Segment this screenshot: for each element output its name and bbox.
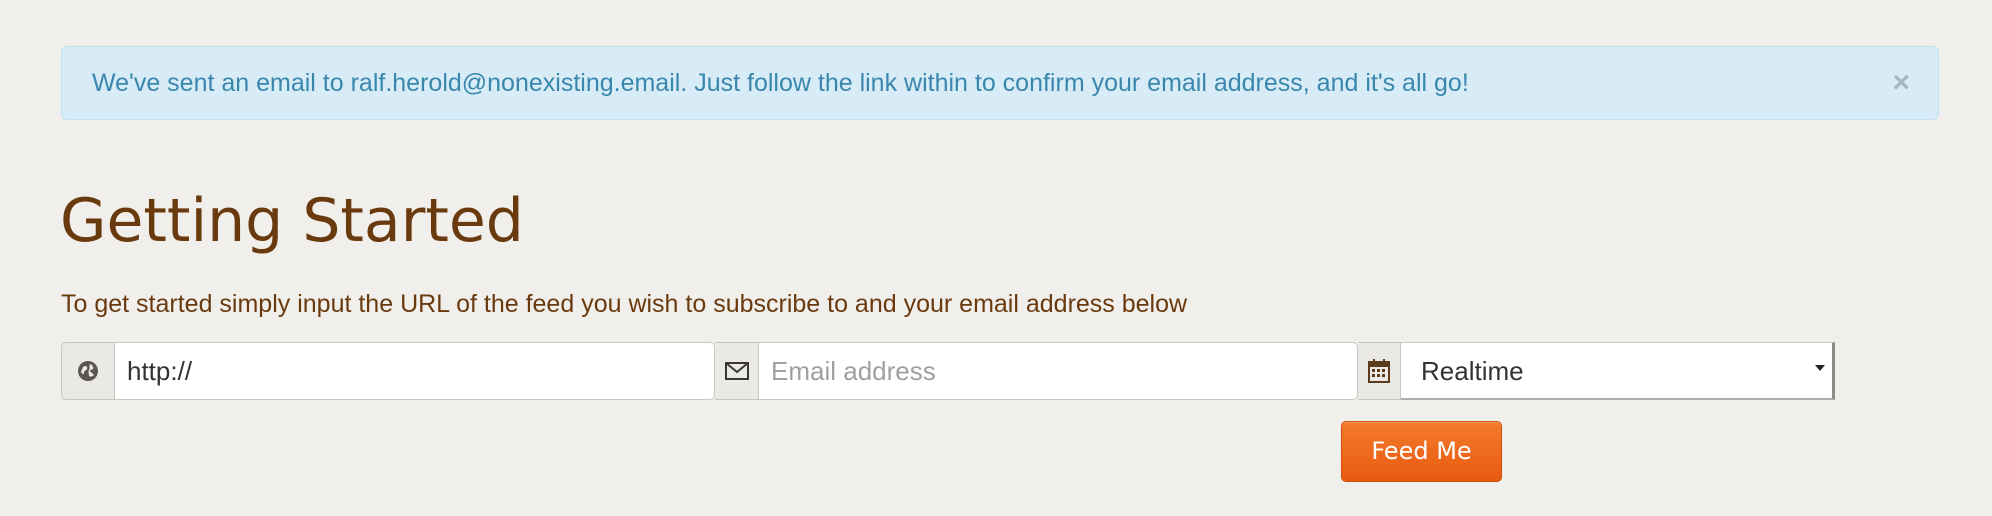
frequency-selected-value: Realtime <box>1421 356 1524 386</box>
feed-me-button[interactable]: Feed Me <box>1341 421 1502 482</box>
page-title: Getting Started <box>60 186 524 256</box>
globe-icon <box>61 342 115 400</box>
intro-text: To get started simply input the URL of t… <box>61 290 1188 318</box>
chevron-down-icon <box>1815 365 1825 371</box>
confirmation-alert: We've sent an email to ralf.herold@nonex… <box>61 46 1939 120</box>
envelope-icon <box>715 342 759 400</box>
frequency-select[interactable]: Realtime <box>1401 342 1835 400</box>
feed-url-input[interactable] <box>115 342 715 400</box>
calendar-icon <box>1358 342 1401 400</box>
email-input[interactable] <box>759 342 1358 400</box>
close-icon[interactable]: × <box>1892 47 1910 119</box>
alert-message: We've sent an email to ralf.herold@nonex… <box>92 69 1469 97</box>
subscribe-form: Realtime <box>61 342 1835 402</box>
